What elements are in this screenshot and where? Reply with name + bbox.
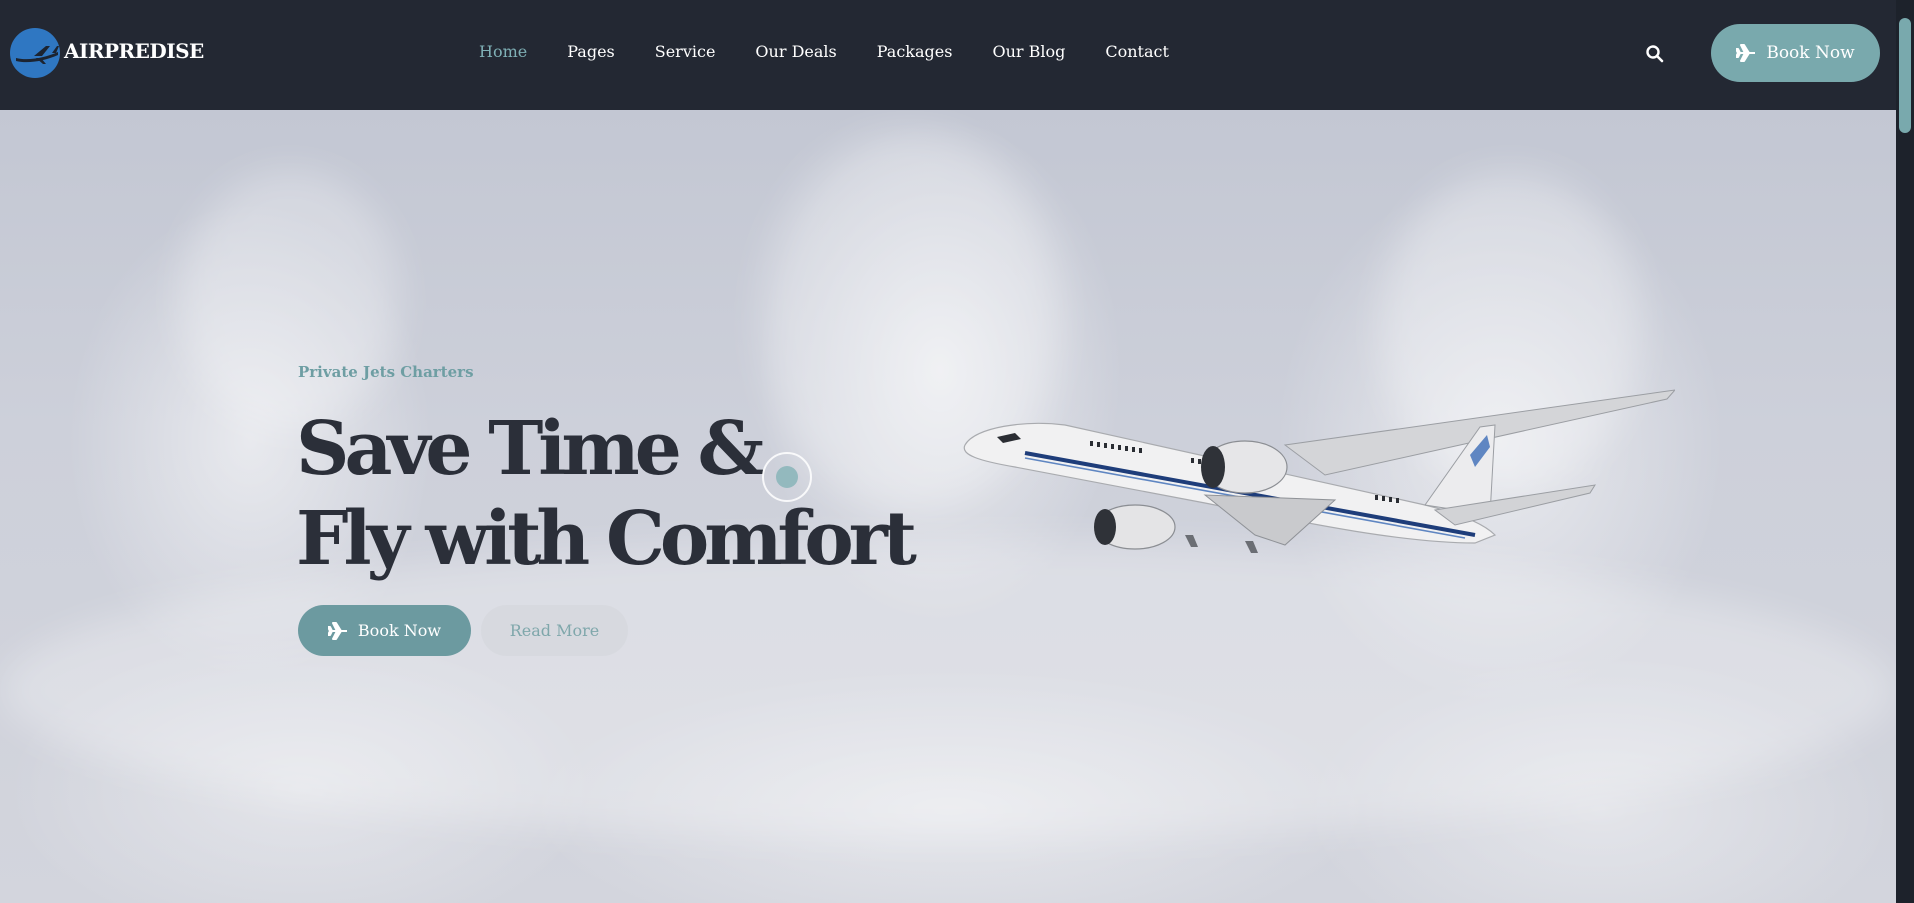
nav-item-packages[interactable]: Packages [877, 40, 953, 64]
plane-icon [1736, 44, 1756, 62]
nav-item-pages[interactable]: Pages [567, 40, 615, 64]
airplane-logo-icon [10, 28, 60, 78]
hero-section: Private Jets Charters Save Time & Fly wi… [0, 110, 1896, 903]
scrollbar-thumb[interactable] [1899, 18, 1911, 133]
logo-text: AIRPREDISE [64, 39, 204, 63]
cloud-shape [180, 170, 400, 430]
cloud-shape [0, 540, 1896, 840]
plane-icon [327, 621, 347, 640]
hero-book-now-button[interactable]: Book Now [298, 605, 471, 656]
hero-eyebrow: Private Jets Charters [298, 363, 474, 381]
logo[interactable]: AIRPREDISE [10, 28, 204, 78]
hero-book-now-label: Book Now [357, 621, 442, 640]
search-icon[interactable] [1645, 44, 1665, 64]
main-nav: Home Pages Service Our Deals Packages Ou… [479, 40, 1209, 64]
header-book-now-button[interactable]: Book Now [1711, 24, 1880, 82]
hero-headline: Save Time & Fly with Comfort [296, 404, 996, 584]
nav-item-our-deals[interactable]: Our Deals [755, 40, 836, 64]
play-dot-icon [776, 466, 798, 488]
read-more-label: Read More [509, 621, 600, 640]
nav-item-our-blog[interactable]: Our Blog [992, 40, 1065, 64]
hero-headline-line2: Fly with Comfort [296, 496, 917, 582]
scrollbar[interactable] [1896, 0, 1914, 903]
video-play-button[interactable] [762, 452, 812, 502]
airplane-image [963, 389, 1675, 553]
read-more-button[interactable]: Read More [481, 605, 628, 656]
nav-item-contact[interactable]: Contact [1105, 40, 1169, 64]
nav-item-service[interactable]: Service [655, 40, 716, 64]
nav-item-home[interactable]: Home [479, 40, 527, 64]
header-book-now-label: Book Now [1766, 43, 1855, 63]
hero-headline-line1: Save Time & [296, 406, 764, 492]
site-header: AIRPREDISE Home Pages Service Our Deals … [0, 0, 1896, 110]
